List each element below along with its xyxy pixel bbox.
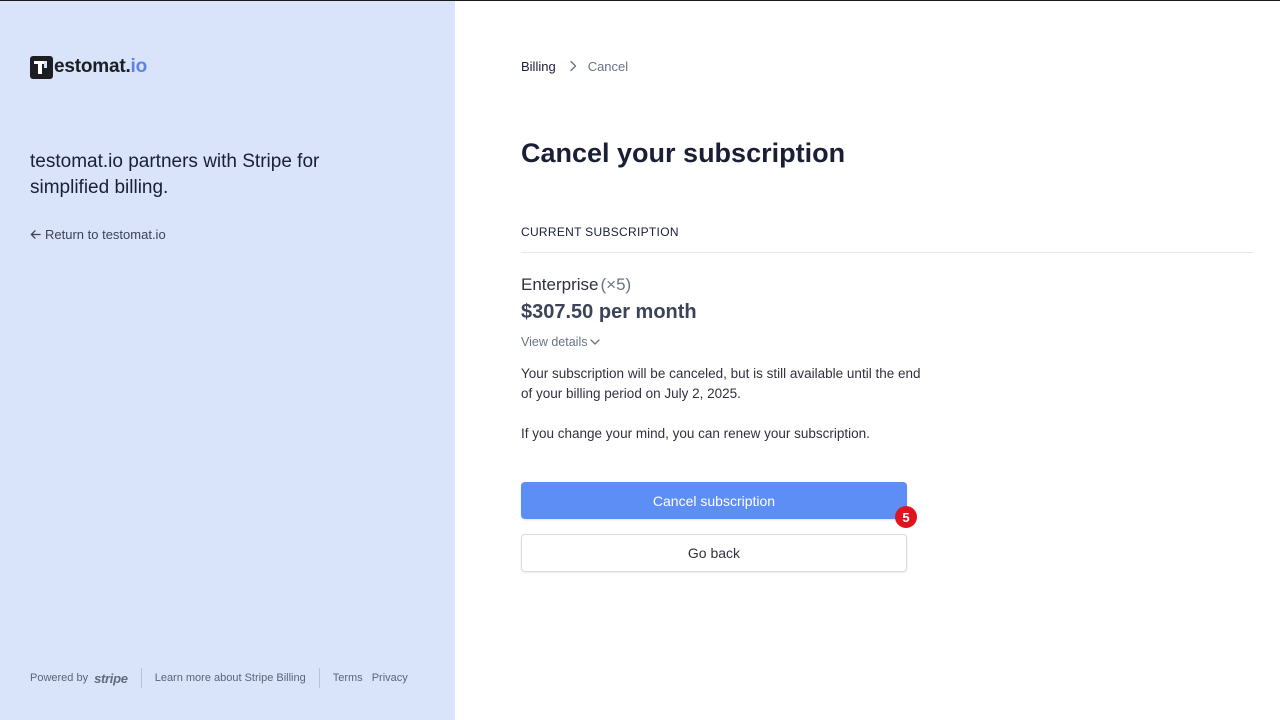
logo-mark-icon [30, 55, 53, 79]
plan-title: Enterprise [521, 275, 599, 294]
powered-by-label: Powered by [30, 672, 89, 684]
arrow-left-icon [30, 230, 41, 239]
section-divider [521, 252, 1254, 253]
plan-quantity: (×5) [600, 275, 632, 294]
privacy-link[interactable]: Privacy [372, 672, 408, 684]
breadcrumb: Billing Cancel [521, 58, 628, 74]
breadcrumb-billing[interactable]: Billing [521, 59, 556, 74]
stripe-logo: stripe [94, 670, 128, 686]
renew-notice: If you change your mind, you can renew y… [521, 426, 870, 441]
go-back-button[interactable]: Go back [521, 534, 907, 572]
logo-text: estomat.io [54, 56, 147, 78]
chevron-right-icon [569, 60, 576, 72]
cancel-subscription-button[interactable]: Cancel subscription [521, 482, 907, 519]
partner-tagline: testomat.io partners with Stripe for sim… [30, 151, 320, 198]
return-link[interactable]: Return to testomat.io [30, 227, 166, 242]
main-panel: Billing Cancel Cancel your subscription … [455, 1, 1280, 720]
logo-text-accent: io [130, 56, 148, 77]
learn-more-link[interactable]: Learn more about Stripe Billing [155, 672, 306, 684]
powered-by-stripe[interactable]: Powered by stripe [30, 671, 128, 686]
footer-divider [318, 668, 320, 688]
step-badge: 5 [895, 506, 917, 528]
breadcrumb-cancel: Cancel [587, 58, 629, 74]
page-title: Cancel your subscription [521, 138, 846, 168]
testomat-logo[interactable]: estomat.io [30, 55, 147, 79]
left-panel: estomat.io testomat.io partners with Str… [0, 1, 455, 720]
view-details-label: View details [521, 335, 588, 349]
chevron-down-icon [590, 339, 601, 345]
view-details-toggle[interactable]: View details [521, 335, 601, 349]
logo-text-main: estomat. [54, 56, 131, 77]
footer: Powered by stripe Learn more about Strip… [30, 668, 408, 688]
plan-price: $307.50 per month [521, 301, 697, 323]
current-subscription-label: CURRENT SUBSCRIPTION [521, 225, 679, 239]
cancellation-notice: Your subscription will be canceled, but … [521, 366, 921, 401]
return-link-label: Return to testomat.io [45, 227, 166, 242]
terms-link[interactable]: Terms [333, 672, 363, 684]
footer-divider [140, 668, 142, 688]
plan-name: Enterprise (×5) [521, 275, 631, 295]
